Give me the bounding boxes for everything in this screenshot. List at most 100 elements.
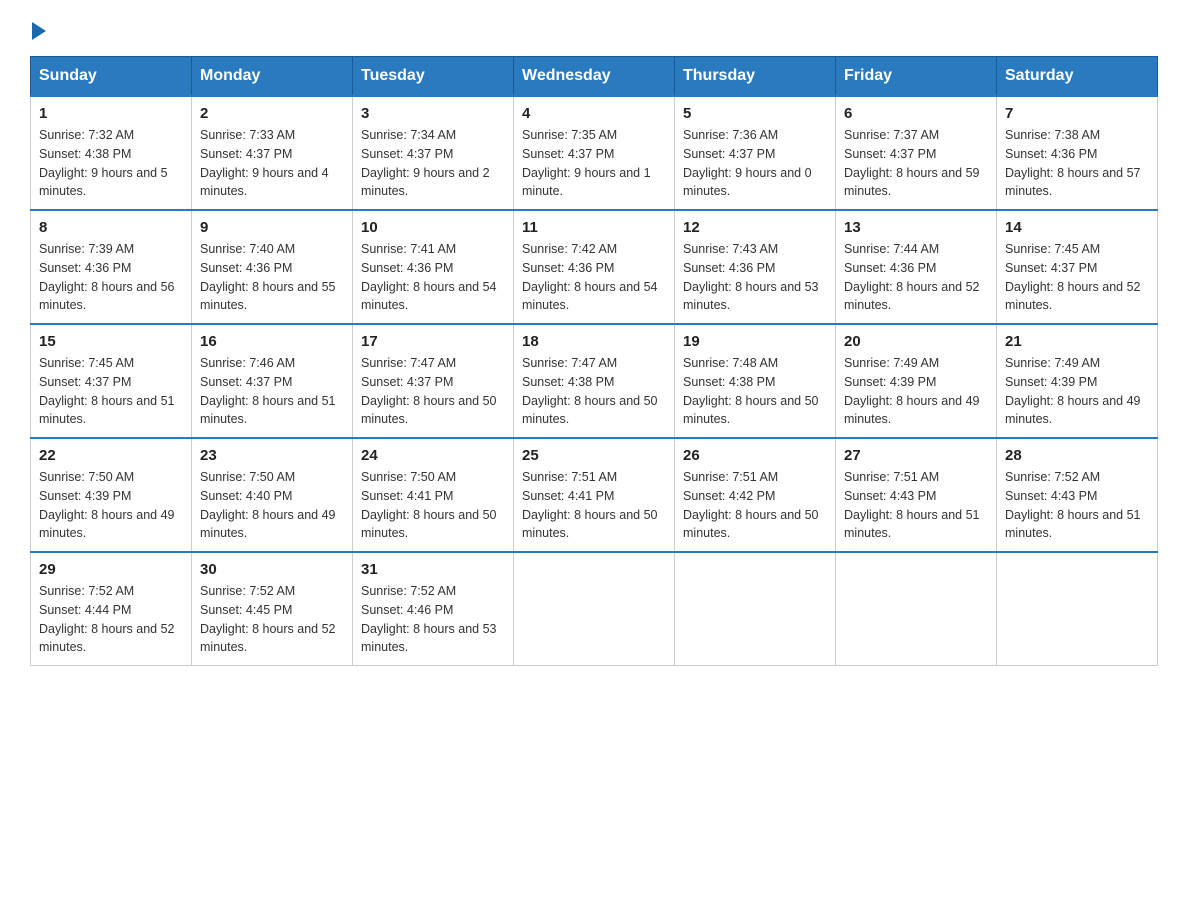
day-number: 12 (683, 219, 827, 236)
day-number: 23 (200, 447, 344, 464)
day-info: Sunrise: 7:42 AMSunset: 4:36 PMDaylight:… (522, 242, 658, 312)
day-info: Sunrise: 7:47 AMSunset: 4:38 PMDaylight:… (522, 356, 658, 426)
day-info: Sunrise: 7:49 AMSunset: 4:39 PMDaylight:… (844, 356, 980, 426)
day-number: 13 (844, 219, 988, 236)
calendar-week-5: 29 Sunrise: 7:52 AMSunset: 4:44 PMDaylig… (31, 552, 1158, 666)
day-number: 27 (844, 447, 988, 464)
day-number: 14 (1005, 219, 1149, 236)
day-info: Sunrise: 7:38 AMSunset: 4:36 PMDaylight:… (1005, 128, 1141, 198)
day-number: 10 (361, 219, 505, 236)
calendar-cell (675, 552, 836, 666)
day-number: 7 (1005, 105, 1149, 122)
day-info: Sunrise: 7:36 AMSunset: 4:37 PMDaylight:… (683, 128, 812, 198)
logo-arrow-icon (32, 22, 46, 40)
day-info: Sunrise: 7:51 AMSunset: 4:42 PMDaylight:… (683, 470, 819, 540)
calendar-week-3: 15 Sunrise: 7:45 AMSunset: 4:37 PMDaylig… (31, 324, 1158, 438)
day-number: 29 (39, 561, 183, 578)
calendar-cell: 6 Sunrise: 7:37 AMSunset: 4:37 PMDayligh… (836, 96, 997, 210)
calendar-cell: 18 Sunrise: 7:47 AMSunset: 4:38 PMDaylig… (514, 324, 675, 438)
day-info: Sunrise: 7:46 AMSunset: 4:37 PMDaylight:… (200, 356, 336, 426)
calendar-cell: 1 Sunrise: 7:32 AMSunset: 4:38 PMDayligh… (31, 96, 192, 210)
col-header-tuesday: Tuesday (353, 57, 514, 97)
calendar-header-row: SundayMondayTuesdayWednesdayThursdayFrid… (31, 57, 1158, 97)
day-info: Sunrise: 7:52 AMSunset: 4:45 PMDaylight:… (200, 584, 336, 654)
day-info: Sunrise: 7:48 AMSunset: 4:38 PMDaylight:… (683, 356, 819, 426)
day-number: 3 (361, 105, 505, 122)
day-number: 17 (361, 333, 505, 350)
calendar-cell (997, 552, 1158, 666)
calendar-cell: 25 Sunrise: 7:51 AMSunset: 4:41 PMDaylig… (514, 438, 675, 552)
calendar-cell: 4 Sunrise: 7:35 AMSunset: 4:37 PMDayligh… (514, 96, 675, 210)
day-number: 20 (844, 333, 988, 350)
calendar-cell (514, 552, 675, 666)
calendar-cell: 7 Sunrise: 7:38 AMSunset: 4:36 PMDayligh… (997, 96, 1158, 210)
calendar-cell: 30 Sunrise: 7:52 AMSunset: 4:45 PMDaylig… (192, 552, 353, 666)
day-number: 16 (200, 333, 344, 350)
calendar-cell: 21 Sunrise: 7:49 AMSunset: 4:39 PMDaylig… (997, 324, 1158, 438)
day-info: Sunrise: 7:50 AMSunset: 4:40 PMDaylight:… (200, 470, 336, 540)
calendar-cell (836, 552, 997, 666)
day-info: Sunrise: 7:45 AMSunset: 4:37 PMDaylight:… (39, 356, 175, 426)
calendar-cell: 20 Sunrise: 7:49 AMSunset: 4:39 PMDaylig… (836, 324, 997, 438)
calendar-cell: 28 Sunrise: 7:52 AMSunset: 4:43 PMDaylig… (997, 438, 1158, 552)
col-header-saturday: Saturday (997, 57, 1158, 97)
day-number: 25 (522, 447, 666, 464)
logo (30, 20, 46, 40)
day-info: Sunrise: 7:47 AMSunset: 4:37 PMDaylight:… (361, 356, 497, 426)
calendar-table: SundayMondayTuesdayWednesdayThursdayFrid… (30, 56, 1158, 666)
calendar-cell: 31 Sunrise: 7:52 AMSunset: 4:46 PMDaylig… (353, 552, 514, 666)
day-number: 28 (1005, 447, 1149, 464)
calendar-cell: 19 Sunrise: 7:48 AMSunset: 4:38 PMDaylig… (675, 324, 836, 438)
day-info: Sunrise: 7:40 AMSunset: 4:36 PMDaylight:… (200, 242, 336, 312)
day-info: Sunrise: 7:39 AMSunset: 4:36 PMDaylight:… (39, 242, 175, 312)
day-info: Sunrise: 7:52 AMSunset: 4:44 PMDaylight:… (39, 584, 175, 654)
calendar-week-2: 8 Sunrise: 7:39 AMSunset: 4:36 PMDayligh… (31, 210, 1158, 324)
day-number: 1 (39, 105, 183, 122)
calendar-cell: 26 Sunrise: 7:51 AMSunset: 4:42 PMDaylig… (675, 438, 836, 552)
day-info: Sunrise: 7:41 AMSunset: 4:36 PMDaylight:… (361, 242, 497, 312)
calendar-cell: 12 Sunrise: 7:43 AMSunset: 4:36 PMDaylig… (675, 210, 836, 324)
day-info: Sunrise: 7:52 AMSunset: 4:46 PMDaylight:… (361, 584, 497, 654)
day-number: 18 (522, 333, 666, 350)
day-number: 21 (1005, 333, 1149, 350)
day-info: Sunrise: 7:45 AMSunset: 4:37 PMDaylight:… (1005, 242, 1141, 312)
day-info: Sunrise: 7:49 AMSunset: 4:39 PMDaylight:… (1005, 356, 1141, 426)
col-header-friday: Friday (836, 57, 997, 97)
day-info: Sunrise: 7:52 AMSunset: 4:43 PMDaylight:… (1005, 470, 1141, 540)
calendar-cell: 15 Sunrise: 7:45 AMSunset: 4:37 PMDaylig… (31, 324, 192, 438)
day-info: Sunrise: 7:50 AMSunset: 4:41 PMDaylight:… (361, 470, 497, 540)
calendar-cell: 5 Sunrise: 7:36 AMSunset: 4:37 PMDayligh… (675, 96, 836, 210)
calendar-cell: 27 Sunrise: 7:51 AMSunset: 4:43 PMDaylig… (836, 438, 997, 552)
calendar-cell: 23 Sunrise: 7:50 AMSunset: 4:40 PMDaylig… (192, 438, 353, 552)
day-info: Sunrise: 7:37 AMSunset: 4:37 PMDaylight:… (844, 128, 980, 198)
day-info: Sunrise: 7:33 AMSunset: 4:37 PMDaylight:… (200, 128, 329, 198)
page-header (30, 20, 1158, 40)
calendar-cell: 2 Sunrise: 7:33 AMSunset: 4:37 PMDayligh… (192, 96, 353, 210)
calendar-cell: 11 Sunrise: 7:42 AMSunset: 4:36 PMDaylig… (514, 210, 675, 324)
day-info: Sunrise: 7:51 AMSunset: 4:41 PMDaylight:… (522, 470, 658, 540)
day-number: 15 (39, 333, 183, 350)
col-header-sunday: Sunday (31, 57, 192, 97)
calendar-cell: 13 Sunrise: 7:44 AMSunset: 4:36 PMDaylig… (836, 210, 997, 324)
day-info: Sunrise: 7:32 AMSunset: 4:38 PMDaylight:… (39, 128, 168, 198)
col-header-wednesday: Wednesday (514, 57, 675, 97)
col-header-thursday: Thursday (675, 57, 836, 97)
calendar-cell: 9 Sunrise: 7:40 AMSunset: 4:36 PMDayligh… (192, 210, 353, 324)
day-number: 6 (844, 105, 988, 122)
day-number: 8 (39, 219, 183, 236)
day-number: 9 (200, 219, 344, 236)
calendar-cell: 14 Sunrise: 7:45 AMSunset: 4:37 PMDaylig… (997, 210, 1158, 324)
calendar-cell: 3 Sunrise: 7:34 AMSunset: 4:37 PMDayligh… (353, 96, 514, 210)
day-number: 4 (522, 105, 666, 122)
calendar-week-4: 22 Sunrise: 7:50 AMSunset: 4:39 PMDaylig… (31, 438, 1158, 552)
calendar-cell: 10 Sunrise: 7:41 AMSunset: 4:36 PMDaylig… (353, 210, 514, 324)
calendar-cell: 8 Sunrise: 7:39 AMSunset: 4:36 PMDayligh… (31, 210, 192, 324)
day-number: 2 (200, 105, 344, 122)
day-info: Sunrise: 7:44 AMSunset: 4:36 PMDaylight:… (844, 242, 980, 312)
day-number: 31 (361, 561, 505, 578)
day-info: Sunrise: 7:35 AMSunset: 4:37 PMDaylight:… (522, 128, 651, 198)
day-info: Sunrise: 7:50 AMSunset: 4:39 PMDaylight:… (39, 470, 175, 540)
day-number: 30 (200, 561, 344, 578)
day-info: Sunrise: 7:34 AMSunset: 4:37 PMDaylight:… (361, 128, 490, 198)
calendar-cell: 24 Sunrise: 7:50 AMSunset: 4:41 PMDaylig… (353, 438, 514, 552)
